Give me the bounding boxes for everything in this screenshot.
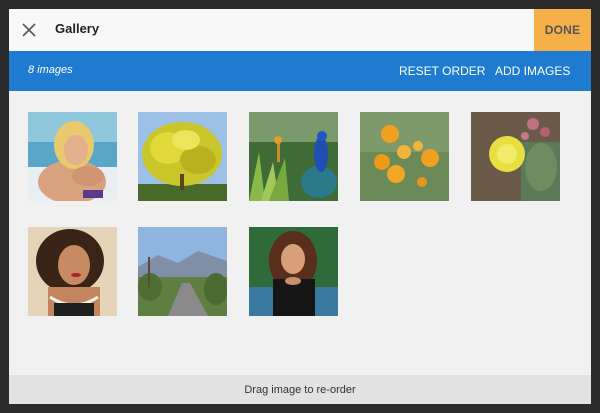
gallery-dialog: Gallery DONE 8 images RESET ORDER ADD IM… bbox=[9, 9, 591, 404]
image-grid bbox=[9, 91, 591, 375]
reset-order-button[interactable]: RESET ORDER bbox=[399, 64, 485, 78]
dialog-header: Gallery DONE bbox=[9, 9, 591, 51]
gallery-image-peacock-in-garden[interactable] bbox=[249, 112, 338, 201]
gallery-image-woman-brunette-black-top[interactable] bbox=[249, 227, 338, 316]
gallery-toolbar: 8 images RESET ORDER ADD IMAGES bbox=[9, 51, 591, 91]
done-button[interactable]: DONE bbox=[534, 9, 591, 51]
close-icon[interactable] bbox=[19, 20, 39, 40]
gallery-image-woman-curly-hair-pearls[interactable] bbox=[28, 227, 117, 316]
gallery-image-road-with-mountains[interactable] bbox=[138, 227, 227, 316]
gallery-image-orange-poppies[interactable] bbox=[360, 112, 449, 201]
dialog-title: Gallery bbox=[55, 21, 100, 36]
drag-hint-text: Drag image to re-order bbox=[244, 383, 356, 396]
gallery-image-yellow-flowering-tree[interactable] bbox=[138, 112, 227, 201]
gallery-image-woman-blonde-poolside[interactable] bbox=[28, 112, 117, 201]
image-count: 8 images bbox=[28, 64, 73, 76]
add-images-button[interactable]: ADD IMAGES bbox=[495, 64, 570, 78]
drag-hint-bar: Drag image to re-order bbox=[9, 375, 591, 404]
gallery-image-cactus-yellow-flower[interactable] bbox=[471, 112, 560, 201]
